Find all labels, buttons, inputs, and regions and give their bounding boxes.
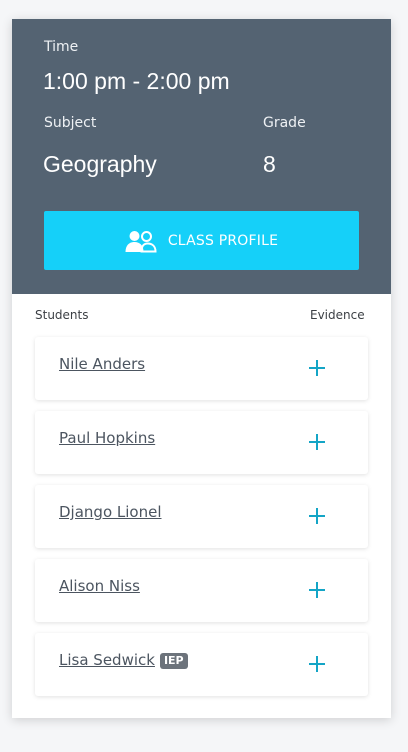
time-label: Time [44,39,79,55]
class-profile-label: CLASS PROFILE [167,232,279,249]
student-row: Lisa Sedwick IEP [35,633,368,696]
student-name-link[interactable]: Alison Niss [59,577,140,595]
students-column-header: Students [35,308,89,322]
student-name-link[interactable]: Paul Hopkins [59,429,155,447]
student-row: Alison Niss [35,559,368,622]
iep-badge: IEP [159,653,188,669]
add-evidence-icon[interactable] [308,655,326,673]
time-value: 1:00 pm - 2:00 pm [43,68,230,94]
student-name-link[interactable]: Django Lionel [59,503,162,521]
class-profile-button[interactable]: CLASS PROFILE [44,211,359,270]
add-evidence-icon[interactable] [308,581,326,599]
users-icon [125,229,157,253]
grade-label: Grade [263,115,306,131]
class-header: Time 1:00 pm - 2:00 pm Subject Geography… [12,19,391,294]
student-name-link[interactable]: Lisa Sedwick IEP [59,651,188,669]
add-evidence-icon[interactable] [308,359,326,377]
add-evidence-icon[interactable] [308,507,326,525]
student-row: Django Lionel [35,485,368,548]
subject-label: Subject [44,115,97,131]
student-row: Nile Anders [35,337,368,400]
student-row: Paul Hopkins [35,411,368,474]
add-evidence-icon[interactable] [308,433,326,451]
evidence-column-header: Evidence [310,308,365,322]
class-card: Time 1:00 pm - 2:00 pm Subject Geography… [12,19,391,718]
subject-value: Geography [43,151,157,177]
student-name-link[interactable]: Nile Anders [59,355,145,373]
grade-value: 8 [263,151,276,177]
student-name-text[interactable]: Lisa Sedwick [59,651,155,669]
